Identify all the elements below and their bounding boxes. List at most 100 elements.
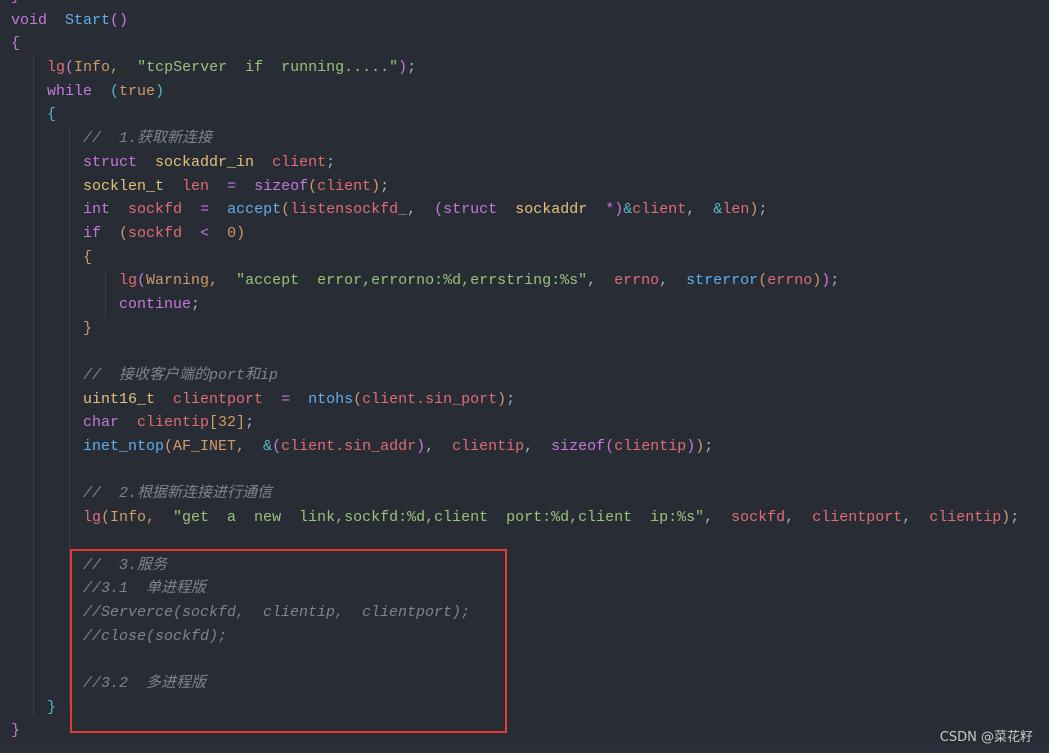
code-token: len	[722, 201, 750, 219]
code-token: client	[317, 177, 372, 195]
code-line: // 2.根据新连接进行通信	[0, 482, 1049, 506]
code-line: if (sockfd < 0)	[0, 222, 1049, 246]
code-token: )	[155, 82, 165, 100]
bottom-strip	[0, 745, 1049, 753]
code-token: )	[1001, 509, 1011, 527]
code-token: &	[623, 201, 633, 219]
code-token: sizeof	[551, 438, 606, 456]
code-token: clientip	[452, 438, 525, 456]
code-token: ,	[785, 509, 813, 527]
code-line: inet_ntop(AF_INET, &(client.sin_addr), c…	[0, 435, 1049, 459]
code-token: (	[119, 224, 129, 242]
code-token: int	[83, 201, 111, 219]
code-line: lg(Info, "get a new link,sockfd:%d,clien…	[0, 506, 1049, 530]
indent-guide	[105, 270, 106, 318]
code-line: }	[0, 0, 1049, 9]
code-token: uint16_t	[83, 390, 156, 408]
code-token: (AF_INET,	[164, 438, 246, 456]
code-token: clientip	[614, 438, 687, 456]
code-token: continue	[119, 295, 192, 313]
code-token: Start	[65, 11, 111, 29]
code-token: )	[416, 438, 426, 456]
code-token: ;	[1010, 509, 1020, 527]
code-token: (Info,	[101, 509, 156, 527]
code-line: char clientip[32];	[0, 411, 1049, 435]
code-line: {	[0, 32, 1049, 56]
code-token: if	[83, 224, 102, 242]
code-token: ;	[758, 201, 768, 219]
code-token: )	[749, 201, 759, 219]
code-comment: // 接收客户端的port和ip	[83, 367, 279, 384]
code-token: ;	[326, 153, 336, 171]
code-token: &	[713, 201, 723, 219]
code-token: clientport	[812, 509, 903, 527]
code-line: lg(Warning, "accept error,errorno:%d,err…	[0, 269, 1049, 293]
code-token: )	[371, 177, 381, 195]
code-token: strerror	[686, 272, 759, 290]
code-token: ;	[704, 438, 714, 456]
code-line: uint16_t clientport = ntohs(client.sin_p…	[0, 388, 1049, 412]
code-token: ;	[830, 272, 840, 290]
code-token: (	[272, 438, 282, 456]
code-line: }	[0, 317, 1049, 341]
code-line: // 1.获取新连接	[0, 127, 1049, 151]
code-token: (	[308, 177, 318, 195]
code-token: "get a new link,sockfd:%d,client port:%d…	[173, 509, 705, 527]
code-token: "accept error,errorno:%d,errstring:%s"	[236, 272, 588, 290]
code-token: ;	[245, 414, 255, 432]
code-token: clientip	[929, 509, 1002, 527]
code-token: Info,	[74, 59, 120, 77]
code-token: 0)	[227, 224, 246, 242]
code-line: socklen_t len = sizeof(client);	[0, 175, 1049, 199]
code-line: void Start()	[0, 9, 1049, 33]
code-token: }	[47, 698, 57, 716]
code-token: errno	[767, 272, 813, 290]
code-token: ,	[425, 438, 453, 456]
code-comment: // 2.根据新连接进行通信	[83, 485, 273, 503]
code-token: )	[497, 390, 507, 408]
code-token: while	[47, 82, 93, 100]
code-token: {	[83, 248, 93, 266]
code-token: (	[110, 82, 120, 100]
code-token: (struct	[434, 201, 498, 219]
code-token: listensockfd_	[290, 201, 408, 219]
code-token: sockaddr	[515, 201, 588, 219]
code-token: *)	[605, 201, 624, 219]
code-token: ntohs	[308, 390, 354, 408]
code-token: Warning,	[146, 272, 219, 290]
code-token: }	[83, 319, 93, 337]
indent-guide	[33, 56, 34, 716]
code-token: struct	[83, 153, 138, 171]
code-token: ,	[524, 438, 552, 456]
code-token: <	[200, 224, 210, 242]
highlight-box	[70, 549, 507, 733]
code-token: ()	[110, 11, 129, 29]
code-token: sockaddr_in	[155, 153, 255, 171]
code-token: true	[119, 82, 156, 100]
code-token: {	[47, 106, 57, 124]
code-token: errno	[614, 272, 660, 290]
code-token: len	[182, 177, 210, 195]
code-token: ;	[191, 295, 201, 313]
code-token: clientport	[173, 390, 264, 408]
code-token: inet_ntop	[83, 438, 165, 456]
code-token: "tcpServer if running....."	[137, 59, 399, 77]
code-token: (	[65, 59, 75, 77]
code-token: =	[227, 177, 237, 195]
